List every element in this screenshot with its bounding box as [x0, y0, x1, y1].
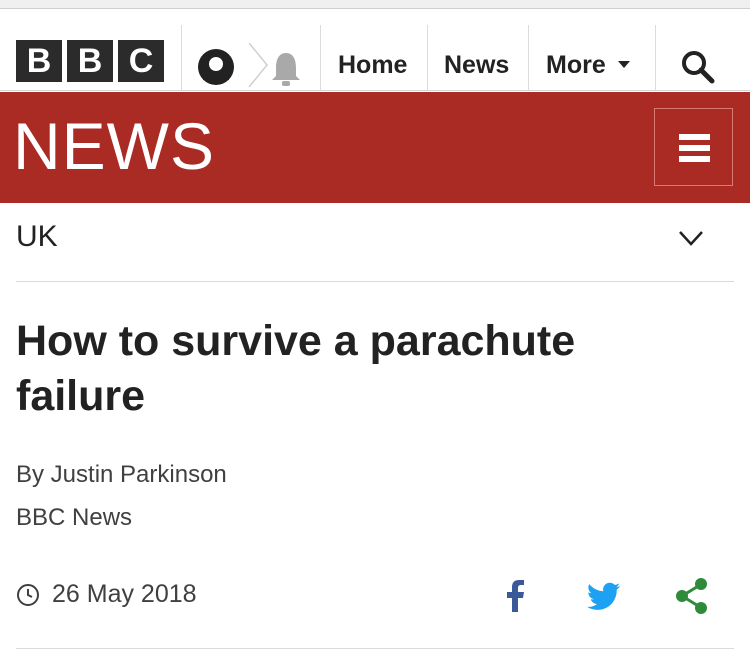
hamburger-icon	[679, 134, 710, 167]
masthead-divider	[655, 25, 656, 91]
masthead-divider	[427, 25, 428, 91]
bbc-logo-block: B	[67, 40, 113, 82]
article-headline: How to survive a parachute failure	[16, 317, 576, 420]
facebook-icon[interactable]	[496, 576, 536, 616]
masthead-divider	[181, 25, 182, 91]
nav-news-link[interactable]: News	[444, 43, 509, 87]
search-icon[interactable]	[680, 49, 716, 85]
caret-down-icon	[617, 60, 630, 68]
notifications-bell-icon[interactable]	[266, 49, 306, 89]
news-banner: NEWS	[0, 92, 750, 203]
section-label[interactable]: UK	[16, 220, 58, 254]
article-byline: By Justin Parkinson	[16, 461, 227, 488]
twitter-icon[interactable]	[584, 576, 624, 616]
bbc-masthead: B B C Home News More	[0, 9, 750, 91]
menu-button[interactable]	[654, 108, 733, 186]
browser-top-strip	[0, 0, 750, 9]
chevron-down-icon[interactable]	[676, 228, 706, 248]
article-date: 26 May 2018	[52, 580, 197, 608]
article-source: BBC News	[16, 504, 133, 531]
nav-home-link[interactable]: Home	[338, 43, 407, 87]
masthead-divider	[320, 25, 321, 91]
bottom-divider	[16, 648, 734, 649]
news-title[interactable]: NEWS	[13, 110, 215, 182]
share-icon[interactable]	[672, 576, 712, 616]
nav-more-label: More	[546, 51, 606, 79]
bbc-logo[interactable]: B B C	[16, 40, 164, 82]
bbc-logo-block: B	[16, 40, 62, 82]
clock-icon	[17, 584, 39, 606]
nav-more-menu[interactable]: More	[546, 43, 630, 87]
bbc-logo-block: C	[118, 40, 164, 82]
section-divider	[16, 281, 734, 282]
masthead-divider	[528, 25, 529, 91]
account-icon[interactable]	[196, 47, 236, 87]
